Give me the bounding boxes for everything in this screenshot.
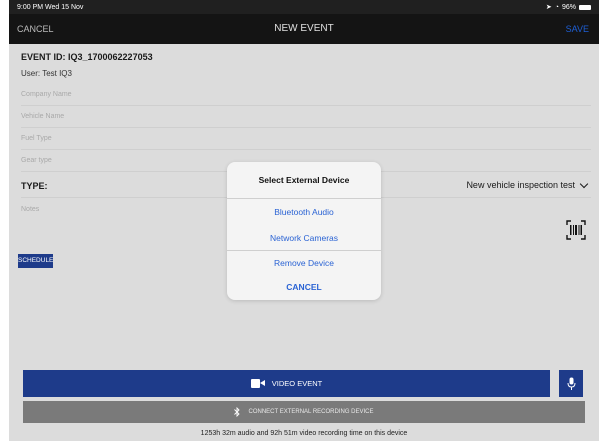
- remove-device-option[interactable]: Remove Device: [227, 250, 381, 276]
- type-dropdown[interactable]: New vehicle inspection test: [466, 179, 589, 190]
- type-label: TYPE:: [21, 181, 48, 191]
- status-bar: 9:00 PM Wed 15 Nov ➤ ◔ 96%: [9, 0, 599, 14]
- fuel-type-field[interactable]: Fuel Type: [21, 128, 591, 150]
- bluetooth-icon: [234, 407, 241, 417]
- connect-external-device-button[interactable]: CONNECT EXTERNAL RECORDING DEVICE: [23, 401, 585, 423]
- event-id: EVENT ID: IQ3_1700062227053: [21, 52, 153, 62]
- cancel-button[interactable]: CANCEL: [17, 14, 54, 44]
- network-cameras-option[interactable]: Network Cameras: [227, 225, 381, 251]
- company-name-field[interactable]: Company Name: [21, 84, 591, 106]
- video-event-label: VIDEO EVENT: [271, 379, 323, 388]
- microphone-button[interactable]: [559, 370, 583, 397]
- page-title: NEW EVENT: [274, 23, 334, 34]
- bluetooth-audio-option[interactable]: Bluetooth Audio: [227, 199, 381, 225]
- video-event-button[interactable]: VIDEO EVENT: [23, 370, 550, 397]
- select-external-device-dialog: Select External Device Bluetooth Audio N…: [227, 162, 381, 300]
- connect-label: CONNECT EXTERNAL RECORDING DEVICE: [248, 409, 374, 415]
- barcode-scan-icon[interactable]: [566, 220, 586, 240]
- dialog-title: Select External Device: [258, 175, 350, 185]
- video-camera-icon: [250, 379, 265, 388]
- type-dropdown-value: New vehicle inspection test: [466, 180, 575, 190]
- recording-time-text: 1253h 32m audio and 92h 51m video record…: [200, 430, 408, 437]
- notes-field[interactable]: Notes: [21, 206, 39, 213]
- chevron-down-icon: [579, 179, 589, 188]
- battery-icon: [579, 4, 591, 10]
- new-event-screen: 9:00 PM Wed 15 Nov ➤ ◔ 96% NEW EVENT CAN…: [9, 0, 599, 441]
- battery-percent: 96%: [561, 3, 576, 11]
- nav-bar: NEW EVENT CANCEL SAVE: [9, 14, 599, 44]
- vehicle-name-field[interactable]: Vehicle Name: [21, 106, 591, 128]
- location-icon: ➤: [545, 4, 552, 11]
- user-label: User: Test IQ3: [21, 69, 72, 78]
- status-time: 9:00 PM Wed 15 Nov: [17, 3, 84, 11]
- dialog-cancel-button[interactable]: CANCEL: [227, 274, 381, 300]
- microphone-icon: [567, 377, 575, 390]
- schedule-button[interactable]: SCHEDULE: [18, 254, 53, 268]
- status-icons: ➤ ◔ 96%: [546, 3, 591, 11]
- save-button[interactable]: SAVE: [566, 14, 589, 44]
- wifi-icon: ◔: [554, 3, 559, 11]
- app-frame: 9:00 PM Wed 15 Nov ➤ ◔ 96% NEW EVENT CAN…: [0, 0, 608, 441]
